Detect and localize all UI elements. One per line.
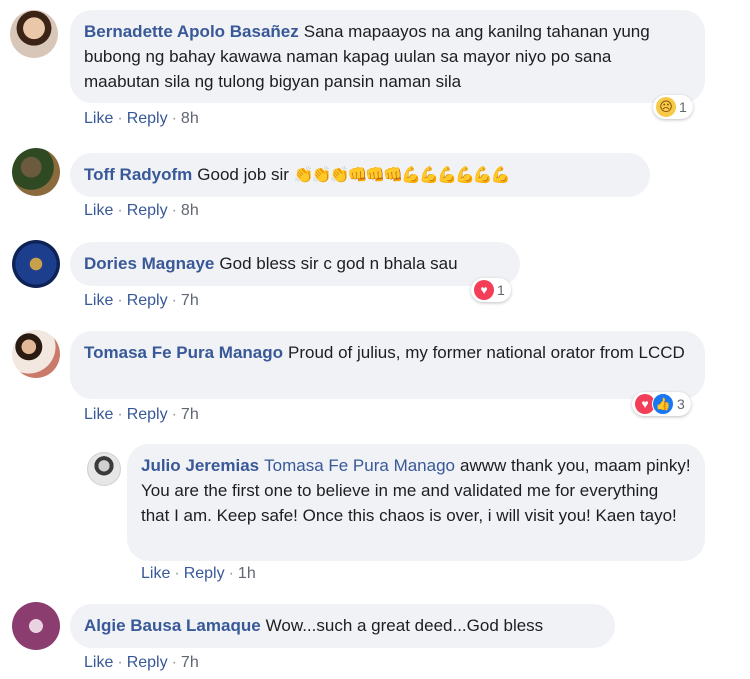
- comment-author[interactable]: Julio Jeremias: [141, 456, 259, 475]
- like-link[interactable]: Like: [84, 292, 113, 309]
- comment-bubble: Bernadette Apolo Basañez Sana mapaayos na…: [70, 10, 705, 103]
- reply-link[interactable]: Reply: [127, 654, 168, 671]
- comment-actions: Like · Reply · 8h: [84, 110, 199, 128]
- separator: ·: [171, 292, 177, 309]
- comment-actions: Like · Reply · 1h: [141, 565, 256, 583]
- reaction-count: 1: [497, 282, 505, 298]
- comment-actions: Like · Reply · 8h: [84, 202, 199, 220]
- heart-icon: ♥: [474, 280, 494, 300]
- comment-author[interactable]: Toff Radyofm: [84, 165, 192, 184]
- comment-actions: Like · Reply · 7h: [84, 292, 199, 310]
- separator: ·: [171, 406, 177, 423]
- avatar[interactable]: [10, 10, 58, 58]
- timestamp[interactable]: 7h: [181, 406, 199, 423]
- separator: ·: [174, 565, 180, 582]
- comment-bubble: Dories Magnaye God bless sir c god n bhal…: [70, 242, 520, 286]
- like-link[interactable]: Like: [141, 565, 170, 582]
- reply-link[interactable]: Reply: [127, 202, 168, 219]
- like-icon: 👍: [652, 393, 674, 415]
- reply-link[interactable]: Reply: [184, 565, 225, 582]
- separator: ·: [171, 202, 177, 219]
- sad-icon: ☹: [656, 97, 676, 117]
- timestamp[interactable]: 7h: [181, 654, 199, 671]
- comment-text: Wow...such a great deed...God bless: [265, 616, 544, 635]
- like-link[interactable]: Like: [84, 110, 113, 127]
- reaction-count: 3: [677, 396, 685, 412]
- avatar[interactable]: [12, 330, 60, 378]
- avatar[interactable]: [12, 240, 60, 288]
- reaction-count: 1: [679, 99, 687, 115]
- timestamp[interactable]: 8h: [181, 110, 199, 127]
- separator: ·: [171, 654, 177, 671]
- reply-link[interactable]: Reply: [127, 110, 168, 127]
- reaction-summary[interactable]: ☹ 1: [653, 95, 693, 119]
- separator: ·: [117, 202, 123, 219]
- timestamp[interactable]: 1h: [238, 565, 256, 582]
- separator: ·: [117, 406, 123, 423]
- reply-link[interactable]: Reply: [127, 406, 168, 423]
- comment-text: God bless sir c god n bhala sau: [219, 254, 458, 273]
- like-link[interactable]: Like: [84, 406, 113, 423]
- avatar[interactable]: [12, 148, 60, 196]
- comment-actions: Like · Reply · 7h: [84, 654, 199, 672]
- comment-author[interactable]: Dories Magnaye: [84, 254, 214, 273]
- comment-bubble: Toff Radyofm Good job sir 👏👏👏👊👊👊💪💪💪💪💪💪: [70, 153, 650, 197]
- comment-author[interactable]: Algie Bausa Lamaque: [84, 616, 261, 635]
- comment-bubble: Tomasa Fe Pura Manago Proud of julius, my…: [70, 331, 705, 399]
- comment-bubble: Algie Bausa Lamaque Wow...such a great de…: [70, 604, 615, 648]
- comment-author[interactable]: Bernadette Apolo Basañez: [84, 22, 299, 41]
- timestamp[interactable]: 8h: [181, 202, 199, 219]
- reaction-summary[interactable]: ♥ 👍 3: [632, 392, 691, 416]
- separator: ·: [117, 654, 123, 671]
- timestamp[interactable]: 7h: [181, 292, 199, 309]
- avatar[interactable]: [87, 452, 121, 486]
- separator: ·: [117, 110, 123, 127]
- comment-text: Proud of julius, my former national orat…: [288, 343, 685, 362]
- separator: ·: [228, 565, 234, 582]
- reply-link[interactable]: Reply: [127, 292, 168, 309]
- comment-text: Good job sir: [197, 165, 289, 184]
- separator: ·: [171, 110, 177, 127]
- reply-bubble: Julio Jeremias Tomasa Fe Pura Manago awww …: [127, 444, 705, 561]
- reaction-summary[interactable]: ♥ 1: [471, 278, 511, 302]
- avatar[interactable]: [12, 602, 60, 650]
- emoji-string: 👏👏👏👊👊👊💪💪💪💪💪💪: [293, 167, 511, 184]
- like-link[interactable]: Like: [84, 202, 113, 219]
- comment-actions: Like · Reply · 7h: [84, 406, 199, 424]
- like-link[interactable]: Like: [84, 654, 113, 671]
- comment-author[interactable]: Tomasa Fe Pura Manago: [84, 343, 283, 362]
- tagged-user[interactable]: Tomasa Fe Pura Manago: [264, 456, 455, 475]
- separator: ·: [117, 292, 123, 309]
